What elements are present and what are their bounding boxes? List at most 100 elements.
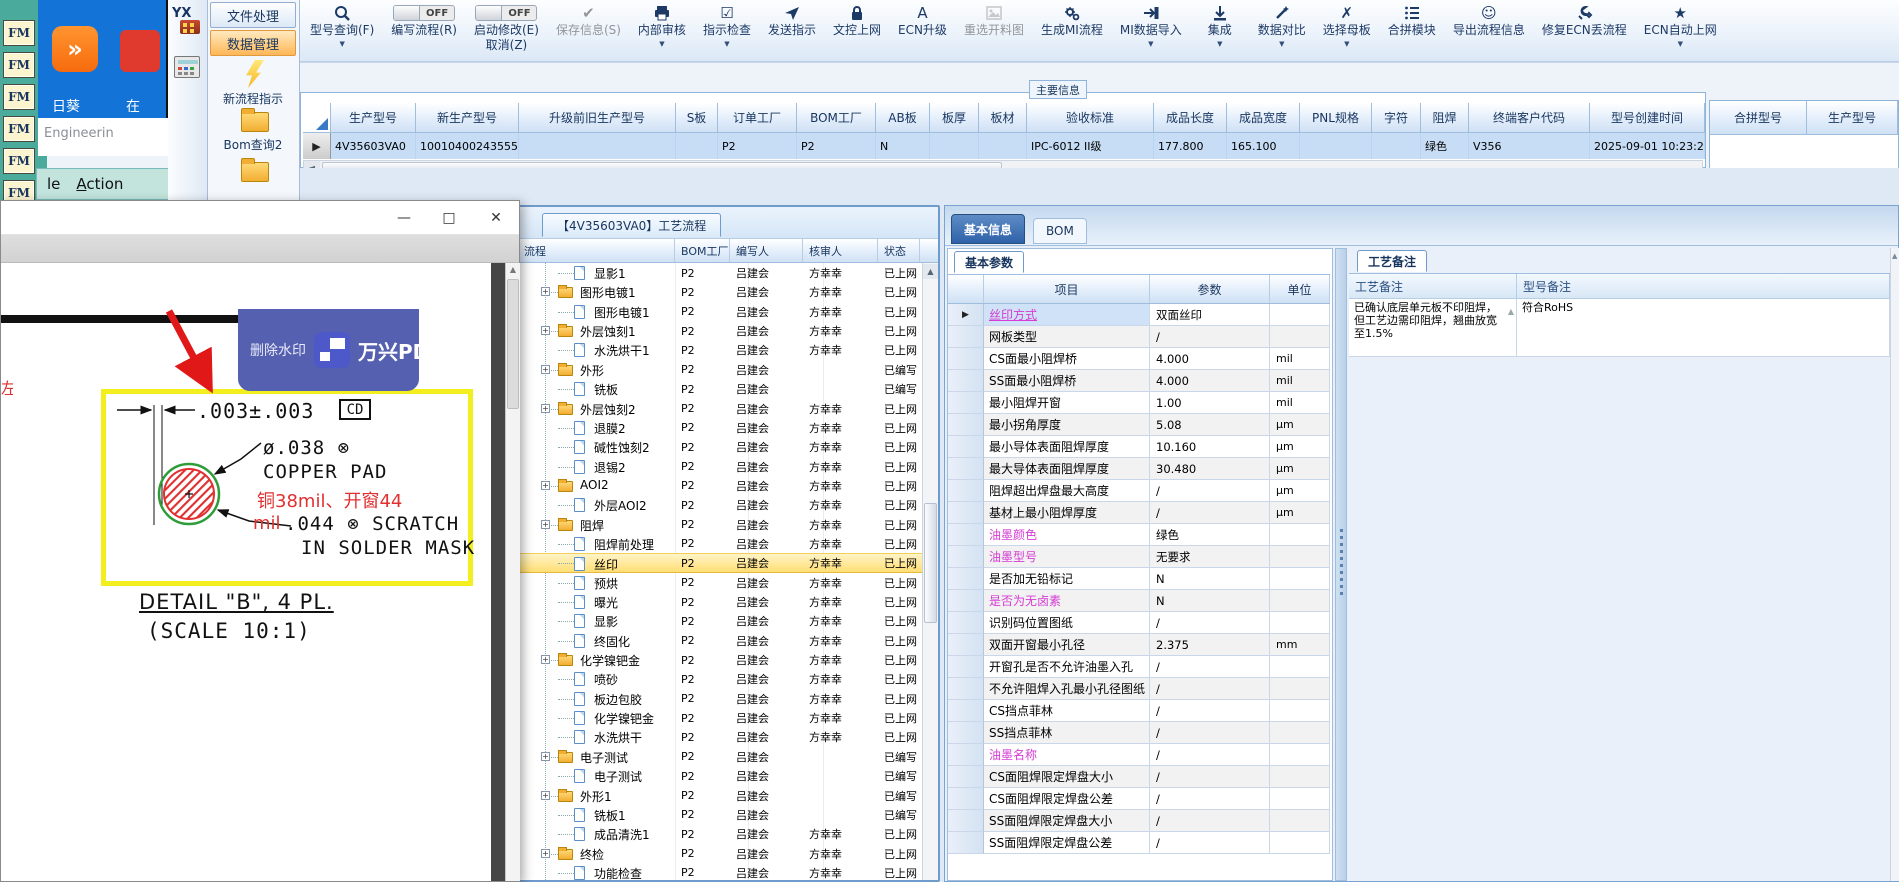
col-header-0[interactable]: 生产型号 [331,103,416,133]
col-header-14[interactable]: 阻焊 [1421,103,1469,133]
tree-row-铣板1[interactable]: 铣板1 P2 吕建会 已编写 [518,805,922,825]
param-value[interactable]: / [1150,832,1270,854]
param-row-丝印方式[interactable]: ▶ 丝印方式 双面丝印 [948,304,1330,326]
row-selector[interactable] [948,678,984,700]
param-value[interactable]: / [1150,788,1270,810]
cell-9[interactable]: IPC-6012 II级 [1027,133,1154,159]
cell-1[interactable]: 10010400243555 [416,133,519,159]
cell-10[interactable]: 177.800 [1154,133,1227,159]
minimize-icon[interactable]: — [389,207,419,229]
row-selector[interactable] [948,722,984,744]
param-value[interactable]: 绿色 [1150,524,1270,546]
row-selector[interactable] [948,700,984,722]
ribbon-send-instruction[interactable]: 发送指示 [766,3,818,38]
row-selector[interactable] [948,502,984,524]
model-note-cell[interactable]: 符合RoHS [1517,299,1890,356]
scroll-up-icon[interactable]: ▲ [1508,305,1514,318]
param-value[interactable]: 5.08 [1150,414,1270,436]
menu-item-file[interactable]: le [47,175,60,193]
row-selector[interactable] [948,810,984,832]
col-header-9[interactable]: 验收标准 [1027,103,1154,133]
collapse-icon[interactable]: + [541,790,550,800]
param-row-SS面阻焊限定焊盘公差[interactable]: SS面阻焊限定焊盘公差 / [948,832,1330,854]
cell-14[interactable]: 绿色 [1421,133,1469,159]
param-row-最小拐角厚度[interactable]: 最小拐角厚度 5.08 µm [948,414,1330,436]
param-row-油墨型号[interactable]: 油墨型号 无要求 [948,546,1330,568]
remove-watermark-button[interactable]: 删除水印 [250,340,306,360]
param-row-识别码位置图纸[interactable]: 识别码位置图纸 / [948,612,1330,634]
ribbon-fix-ecn-flow[interactable]: 修复ECN丢流程 [1540,3,1629,38]
param-row-SS挡点菲林[interactable]: SS挡点菲林 / [948,722,1330,744]
cell-11[interactable]: 165.100 [1227,133,1300,159]
tree-vscrollbar[interactable]: ▲ [922,263,938,880]
scroll-up-icon[interactable]: ▲ [506,265,520,274]
maximize-icon[interactable]: □ [434,207,464,229]
param-value[interactable]: / [1150,744,1270,766]
tree-col-4[interactable]: 状态 [878,239,920,262]
tree-row-外层蚀刻2[interactable]: + 外层蚀刻2 P2 吕建会 方幸幸 已上网 [518,399,922,419]
ribbon-model-query[interactable]: 型号查询(F) ▼ [308,3,376,49]
col-header-12[interactable]: PNL规格 [1300,103,1372,133]
tab-basic-info[interactable]: 基本信息 [951,214,1026,244]
row-selector[interactable] [948,458,984,480]
folder-icon[interactable] [241,108,269,132]
tree-row-电子测试[interactable]: 电子测试 P2 吕建会 已编写 [518,766,922,786]
tree-row-电子测试[interactable]: + 电子测试 P2 吕建会 已编写 [518,747,922,767]
param-value[interactable]: 10.160 [1150,436,1270,458]
param-row-阻焊超出焊盘最大高度[interactable]: 阻焊超出焊盘最大高度 / µm [948,480,1330,502]
notes-vscrollbar[interactable]: ▲ [1890,248,1899,881]
cell-16[interactable]: 2025-09-01 10:23:25 [1590,133,1705,159]
param-value[interactable]: N [1150,568,1270,590]
col-header-4[interactable]: 订单工厂 [718,103,797,133]
tab-data-management[interactable]: 数据管理 [210,30,296,56]
cell-2[interactable] [519,133,676,159]
param-value[interactable]: 2.375 [1150,634,1270,656]
row-selector[interactable] [948,326,984,348]
param-row-最小阻焊开窗[interactable]: 最小阻焊开窗 1.00 mil [948,392,1330,414]
param-row-油墨颜色[interactable]: 油墨颜色 绿色 [948,524,1330,546]
row-selector[interactable] [948,348,984,370]
row-selector[interactable] [948,788,984,810]
col-header-15[interactable]: 终端客户代码 [1469,103,1590,133]
param-row-是否加无铅标记[interactable]: 是否加无铅标记 N [948,568,1330,590]
param-row-最小导体表面阻焊厚度[interactable]: 最小导体表面阻焊厚度 10.160 µm [948,436,1330,458]
collapse-icon[interactable]: + [541,364,550,374]
param-col-1[interactable]: 参数 [1150,275,1270,303]
chevron-down-icon[interactable]: ▼ [1279,40,1284,49]
collapse-icon[interactable]: + [541,326,550,336]
col-header-2[interactable]: 升级前旧生产型号 [519,103,676,133]
tree-row-终检[interactable]: + 终检 P2 吕建会 方幸幸 已上网 [518,844,922,864]
red-app-icon[interactable] [120,30,160,72]
ribbon-instruction-check[interactable]: ☑ 指示检查 ▼ [701,3,753,49]
ribbon-doc-control-upload[interactable]: 文控上网 [831,3,883,38]
yx-factory-icon[interactable]: YX [172,6,204,40]
row-selector[interactable] [948,568,984,590]
tree-row-退膜2[interactable]: 退膜2 P2 吕建会 方幸幸 已上网 [518,418,922,438]
fm-shortcut-0[interactable]: FM [3,20,35,46]
row-selector[interactable] [948,766,984,788]
remote-app-icon[interactable]: » [52,26,98,72]
param-row-SS面最小阻焊桥[interactable]: SS面最小阻焊桥 4.000 mil [948,370,1330,392]
param-value[interactable]: 4.000 [1150,370,1270,392]
tree-col-0[interactable]: 流程 [518,239,675,262]
collapse-icon[interactable]: + [541,751,550,761]
param-row-最大导体表面阻焊厚度[interactable]: 最大导体表面阻焊厚度 30.480 µm [948,458,1330,480]
merge-col-1[interactable]: 生产型号 [1807,101,1898,135]
ribbon-merge-module[interactable]: 合拼模块 [1386,3,1438,38]
fm-shortcut-2[interactable]: FM [3,84,35,110]
panel-item-new-flow[interactable]: 新流程指示 [210,90,296,107]
param-value[interactable]: 4.000 [1150,348,1270,370]
row-selector[interactable] [948,546,984,568]
fm-shortcut-3[interactable]: FM [3,116,35,142]
toggle-start-modify[interactable]: OFF [475,5,538,21]
ribbon-data-compare[interactable]: 数据对比 ▼ [1256,3,1308,49]
tree-row-预烘[interactable]: 预烘 P2 吕建会 方幸幸 已上网 [518,573,922,593]
chevron-down-icon[interactable]: ▼ [1217,40,1222,49]
pdf-titlebar[interactable]: — □ ✕ [1,201,519,235]
main-table-row[interactable]: ▶ 4V35603VA0 10010400243555 P2 P2 N IPC-6012 I… [303,133,1705,159]
col-header-13[interactable]: 字符 [1372,103,1421,133]
param-row-CS面最小阻焊桥[interactable]: CS面最小阻焊桥 4.000 mil [948,348,1330,370]
chevron-down-icon[interactable]: ▼ [1344,40,1349,49]
col-header-10[interactable]: 成品长度 [1154,103,1227,133]
merge-col-0[interactable]: 合拼型号 [1710,101,1807,135]
